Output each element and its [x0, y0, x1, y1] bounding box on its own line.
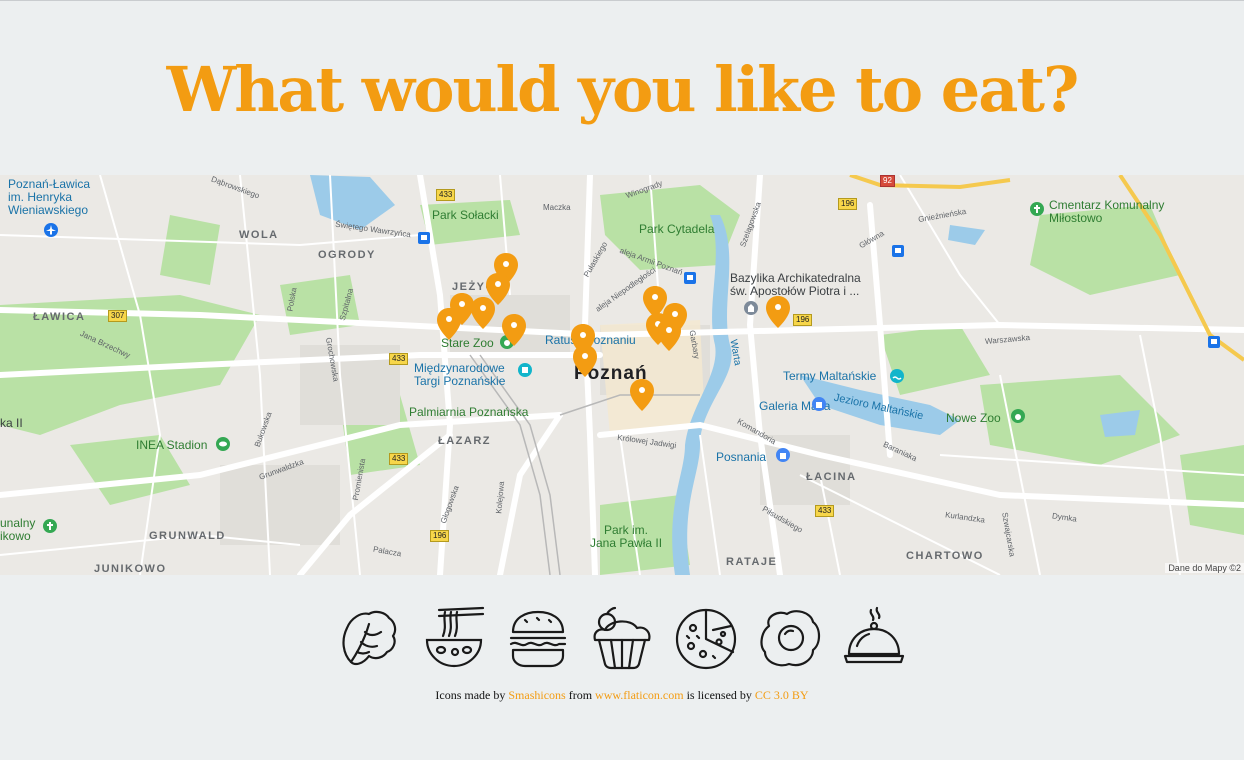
- label-lacina: ŁACINA: [806, 471, 857, 483]
- label-wieniawskiego: Wieniawskiego: [8, 203, 89, 217]
- credits-prefix: Icons made by: [435, 688, 506, 702]
- label-cmentarz: Cmentarz Komunalny: [1049, 198, 1165, 212]
- restaurant-marker[interactable]: [502, 314, 526, 346]
- airport-icon: [44, 223, 58, 237]
- label-inea: INEA Stadion: [136, 438, 208, 452]
- fried-egg-icon[interactable]: [757, 606, 823, 672]
- lettuce-icon[interactable]: [337, 606, 403, 672]
- route-shield-433: 433: [815, 505, 835, 517]
- label-junikowo-cem: ikowo: [0, 529, 31, 543]
- credits-license-link[interactable]: CC 3.0 BY: [755, 688, 809, 702]
- label-palmiarnia: Palmiarnia Poznańska: [409, 405, 529, 419]
- route-shield-196: 196: [838, 198, 858, 210]
- transit-icon: [418, 232, 430, 244]
- transit-icon: [684, 272, 696, 284]
- label-milostowo: Miłostowo: [1049, 211, 1103, 225]
- restaurant-marker[interactable]: [437, 308, 461, 340]
- label-bazylika: Bazylika Archikatedralna: [730, 271, 861, 285]
- label-wola: WOLA: [239, 229, 279, 241]
- street-maczka: Maczka: [543, 203, 571, 212]
- label-junikowo: JUNIKOWO: [94, 563, 167, 575]
- route-shield-433: 433: [436, 189, 456, 201]
- church-icon: [744, 301, 758, 315]
- burger-icon[interactable]: [505, 606, 571, 672]
- restaurant-marker[interactable]: [471, 297, 495, 329]
- pool-icon: [890, 369, 904, 383]
- label-posnania: Posnania: [716, 450, 767, 464]
- pizza-icon[interactable]: [673, 606, 739, 672]
- label-poznan-lawica: Poznań-Ławica: [8, 177, 91, 191]
- label-park-cytadela: Park Cytadela: [639, 222, 715, 236]
- restaurant-marker[interactable]: [766, 296, 790, 328]
- restaurant-marker[interactable]: [573, 345, 597, 377]
- label-bazylika-2: św. Apostołów Piotra i ...: [730, 284, 860, 298]
- transit-icon: [1208, 336, 1220, 348]
- label-park-solacki: Park Sołacki: [432, 208, 499, 222]
- restaurant-marker[interactable]: [630, 379, 654, 411]
- label-rataje: RATAJE: [726, 556, 778, 568]
- label-henryka: im. Henryka: [8, 190, 73, 204]
- noodle-bowl-icon[interactable]: [421, 606, 487, 672]
- zoo-icon: [1011, 409, 1025, 423]
- shopping-icon: [812, 397, 826, 411]
- category-icons: [0, 606, 1244, 672]
- label-ogrody: OGRODY: [318, 249, 376, 261]
- route-shield-307: 307: [108, 310, 128, 322]
- page-title: What would you like to eat?: [166, 53, 1080, 126]
- stadium-icon: [216, 437, 230, 451]
- route-shield-196: 196: [793, 314, 813, 326]
- label-nowe-zoo: Nowe Zoo: [946, 411, 1001, 425]
- cemetery-icon: [43, 519, 57, 533]
- label-lazarz: ŁAZARZ: [438, 435, 491, 447]
- route-shield-433: 433: [389, 453, 409, 465]
- label-termy: Termy Maltańskie: [783, 369, 877, 383]
- credits-site-link[interactable]: www.flaticon.com: [595, 688, 684, 702]
- credits-author-link[interactable]: Smashicons: [508, 688, 565, 702]
- credits-from: from: [568, 688, 593, 702]
- label-mtp: Międzynarodowe: [414, 361, 505, 375]
- label-park-jp2: Park im.: [604, 523, 649, 537]
- route-shield-196: 196: [430, 530, 450, 542]
- label-ka-ii: ka II: [0, 416, 23, 430]
- transit-icon: [892, 245, 904, 257]
- route-shield-92: 92: [880, 175, 895, 187]
- restaurant-marker[interactable]: [657, 319, 681, 351]
- expo-icon: [518, 363, 532, 377]
- cloche-icon[interactable]: [841, 606, 907, 672]
- cupcake-icon[interactable]: [589, 606, 655, 672]
- icon-credits: Icons made by Smashicons from www.flatic…: [0, 688, 1244, 703]
- label-cmentarz-junikowo: unalny: [0, 516, 36, 530]
- label-park-jp2-2: Jana Pawła II: [590, 536, 663, 550]
- label-lawica: ŁAWICA: [33, 311, 86, 323]
- label-chartowo: CHARTOWO: [906, 550, 984, 562]
- cemetery-icon: [1030, 202, 1044, 216]
- label-mtp-2: Targi Poznańskie: [414, 374, 506, 388]
- route-shield-433: 433: [389, 353, 409, 365]
- label-grunwald: GRUNWALD: [149, 530, 226, 542]
- map-attribution[interactable]: Dane do Mapy ©2: [1165, 563, 1244, 573]
- credits-licensed: is licensed by: [686, 688, 752, 702]
- shopping-icon: [776, 448, 790, 462]
- restaurant-map[interactable]: Poznań-Ławica im. Henryka Wieniawskiego …: [0, 175, 1244, 575]
